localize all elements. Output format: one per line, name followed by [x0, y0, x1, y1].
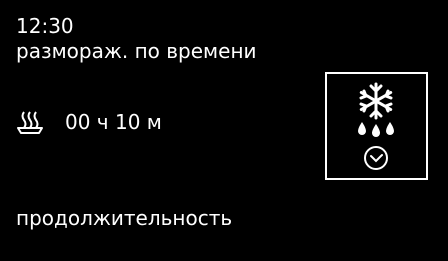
duration-setting[interactable]: 00 ч 10 м	[15, 107, 162, 137]
clock-icon	[364, 146, 388, 170]
duration-value: 00 ч 10 м	[65, 110, 162, 134]
pan-heat-icon	[17, 111, 43, 134]
program-name: размораж. по времени	[16, 39, 257, 63]
oven-display: 12:30 размораж. по времени 00 ч 10 м про…	[0, 0, 448, 261]
water-drops-icon	[358, 122, 394, 137]
snowflake-icon	[359, 82, 393, 120]
footer-label: продолжительность	[16, 206, 233, 230]
defrost-mode-panel	[325, 72, 428, 180]
clock-time: 12:30	[16, 14, 74, 38]
